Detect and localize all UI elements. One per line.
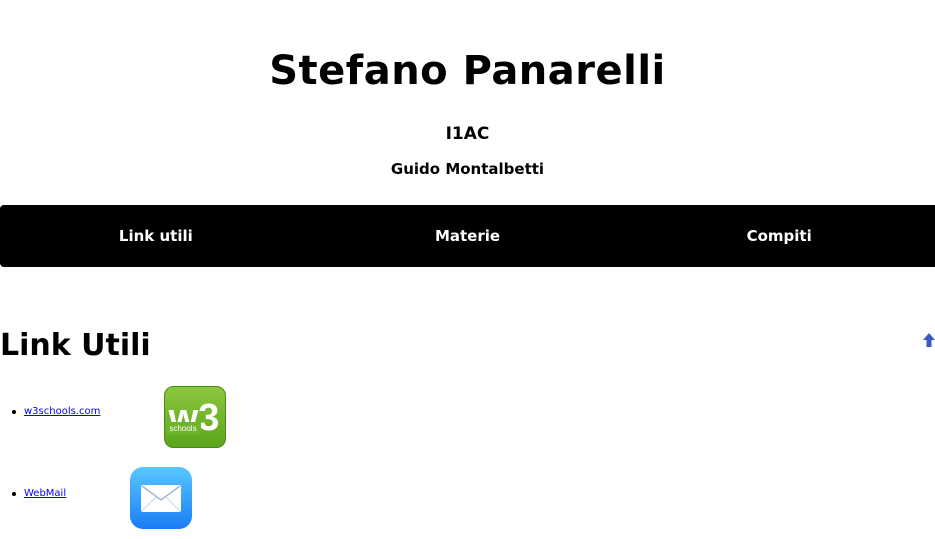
mail-envelope-icon[interactable] — [130, 467, 192, 529]
page: Stefano Panarelli I1AC Guido Montalbetti… — [0, 0, 935, 539]
nav-item-link-utili[interactable]: Link utili — [0, 227, 312, 245]
scroll-to-top-arrow-icon[interactable] — [922, 332, 935, 348]
nav-bar: Link utili Materie Compiti — [0, 205, 935, 267]
section-title-link-utili: Link Utili — [0, 328, 151, 363]
class-label: I1AC — [445, 124, 490, 144]
nav-item-materie[interactable]: Materie — [312, 227, 624, 245]
list-item: w3schools.com — [12, 406, 100, 417]
w3schools-link[interactable]: w3schools.com — [24, 406, 100, 417]
webmail-link[interactable]: WebMail — [24, 488, 66, 499]
list-item: WebMail — [12, 488, 66, 499]
teacher-name: Guido Montalbetti — [390, 160, 545, 178]
bullet — [12, 491, 16, 496]
bullet — [12, 409, 16, 414]
page-title: Stefano Panarelli — [269, 48, 666, 94]
w3schools-logo-icon[interactable]: w3 schools — [164, 386, 226, 448]
w3-logo-small-text: schools — [169, 424, 196, 433]
nav-item-compiti[interactable]: Compiti — [623, 227, 935, 245]
